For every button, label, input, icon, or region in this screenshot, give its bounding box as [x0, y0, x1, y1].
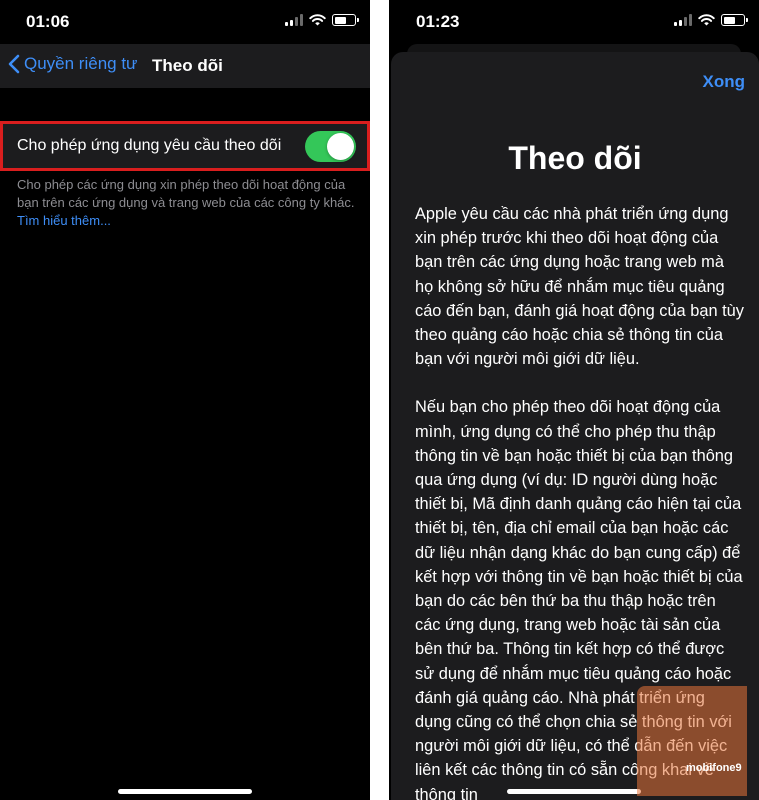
status-bar: 01:06 — [0, 0, 370, 44]
status-bar: 01:23 — [389, 0, 759, 44]
chevron-left-icon — [8, 54, 20, 74]
battery-icon — [721, 14, 748, 26]
battery-icon — [332, 14, 359, 26]
wifi-icon — [309, 14, 326, 26]
privacy-tracking-screen: 01:06 Quyền riêng tư Theo dõi Cho phép ứ… — [0, 0, 370, 800]
cellular-signal-icon — [285, 14, 303, 26]
watermark-text: mobifone9 — [686, 762, 742, 774]
status-icons — [674, 14, 748, 26]
home-indicator[interactable] — [507, 789, 641, 794]
status-time: 01:23 — [416, 12, 460, 31]
paragraph: Apple yêu cầu các nhà phát triển ứng dụn… — [415, 205, 744, 369]
navigation-bar: Quyền riêng tư Theo dõi — [0, 44, 370, 88]
footer-note: Cho phép các ứng dụng xin phép theo dõi … — [17, 176, 362, 230]
highlight-box — [0, 121, 370, 171]
tracking-info-screen: 01:23 Xong Theo dõi Apple yêu cầu các nh… — [389, 0, 759, 800]
wifi-icon — [698, 14, 715, 26]
back-label: Quyền riêng tư — [24, 54, 138, 73]
watermark-logo — [637, 686, 747, 796]
learn-more-link[interactable]: Tìm hiểu thêm... — [17, 213, 111, 228]
back-button[interactable]: Quyền riêng tư — [8, 54, 137, 74]
sheet-title: Theo dõi — [508, 140, 642, 176]
home-indicator[interactable] — [118, 789, 252, 794]
status-time: 01:06 — [26, 12, 70, 31]
done-button[interactable]: Xong — [703, 72, 746, 92]
footer-text: Cho phép các ứng dụng xin phép theo dõi … — [17, 177, 355, 210]
page-title: Theo dõi — [152, 56, 223, 75]
cellular-signal-icon — [674, 14, 692, 26]
status-icons — [285, 14, 359, 26]
